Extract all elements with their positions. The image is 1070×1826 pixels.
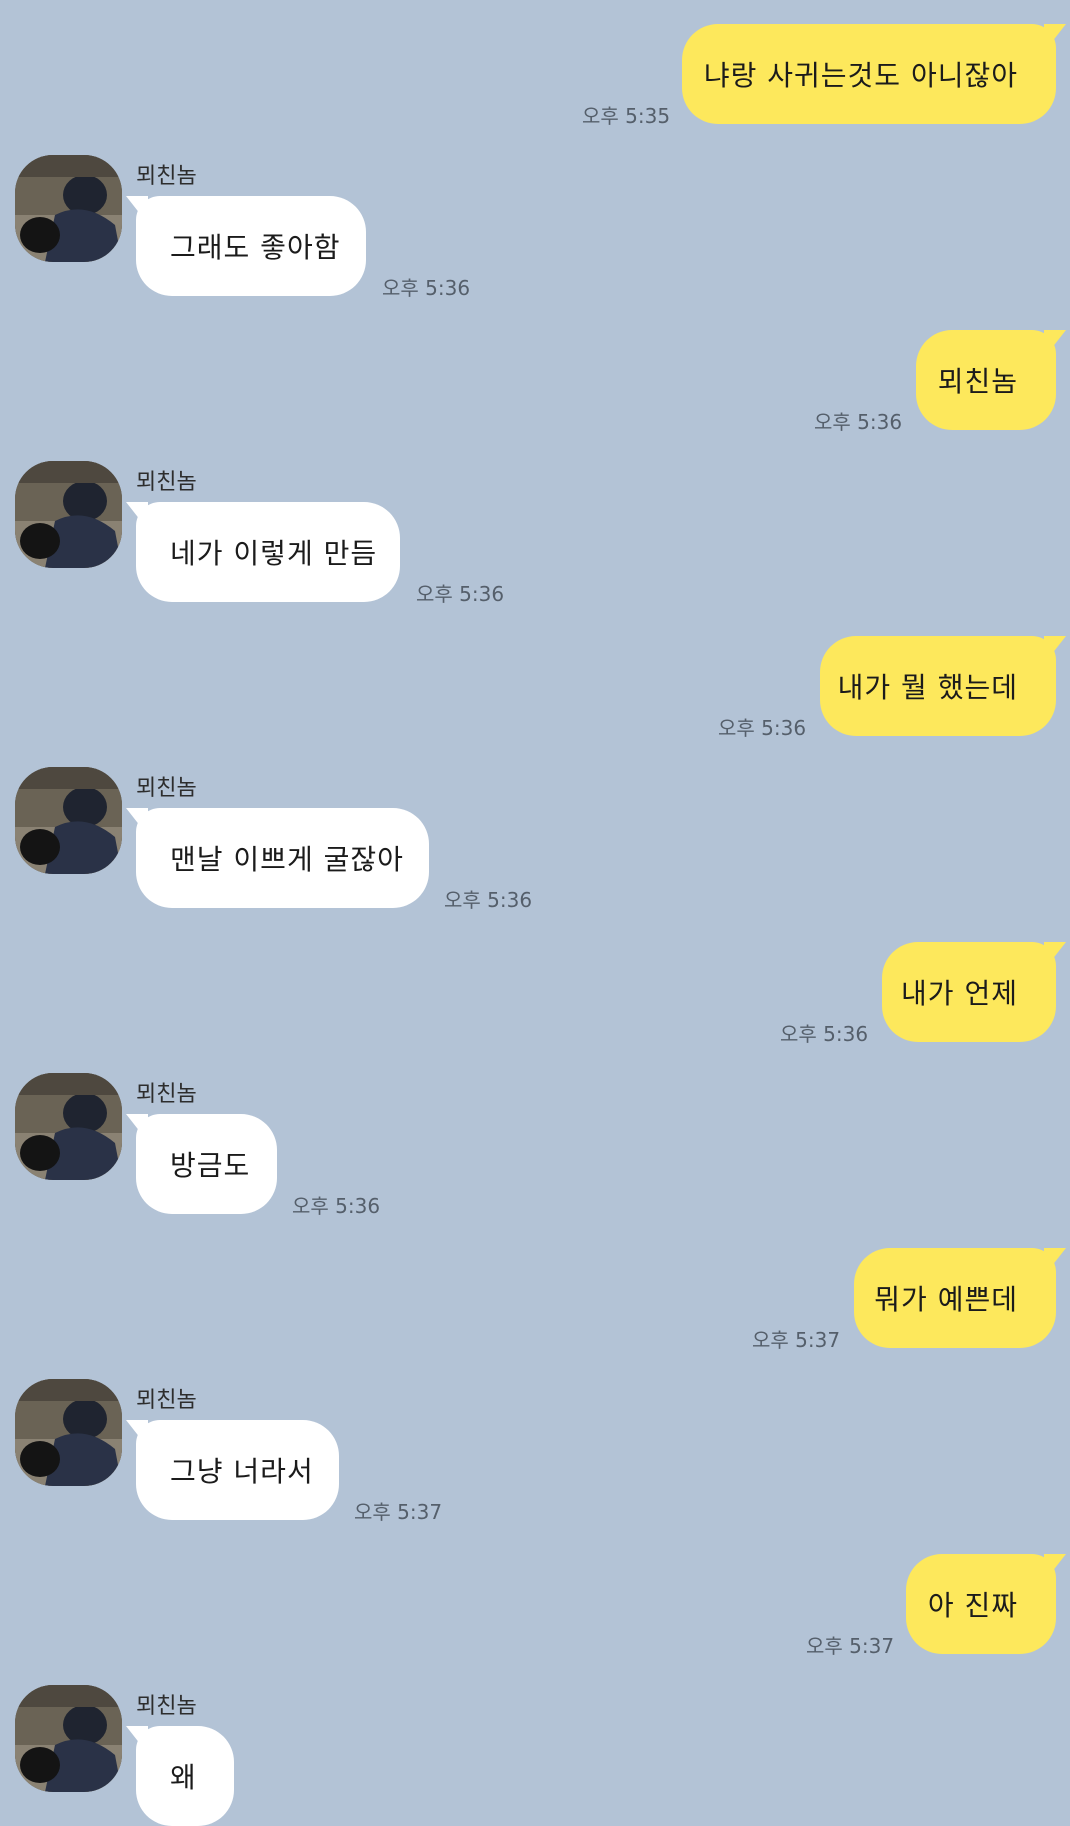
- message-time: 오후 5:37: [806, 1634, 895, 1658]
- contact-avatar[interactable]: [15, 1379, 122, 1486]
- message-time: 오후 5:37: [752, 1328, 841, 1352]
- contact-avatar[interactable]: [15, 461, 122, 568]
- message-time: 오후 5:37: [354, 1500, 443, 1524]
- their-message-bubble[interactable]: 네가 이렇게 만듬: [126, 502, 400, 602]
- contact-avatar[interactable]: [15, 155, 122, 262]
- message-time: 오후 5:36: [444, 888, 533, 912]
- their-message-bubble[interactable]: 그냥 너라서: [126, 1420, 339, 1520]
- my-message-bubble[interactable]: 냐랑 사귀는것도 아니잖아: [682, 24, 1066, 124]
- their-message-bubble[interactable]: 그래도 좋아함: [126, 196, 366, 296]
- my-message-bubble[interactable]: 아 진짜: [906, 1554, 1066, 1654]
- their-message-bubble[interactable]: 맨날 이쁘게 굴잖아: [126, 808, 429, 908]
- message-time: 오후 5:36: [382, 276, 471, 300]
- message-time: 오후 5:36: [814, 410, 903, 434]
- message-time: 오후 5:36: [780, 1022, 869, 1046]
- contact-name: 뫼친놈: [136, 164, 197, 189]
- message-time: 오후 5:36: [292, 1194, 381, 1218]
- my-message-bubble[interactable]: 내가 뭘 했는데: [820, 636, 1066, 736]
- message-time: 오후 5:35: [582, 104, 671, 128]
- contact-name: 뫼친놈: [136, 1694, 197, 1719]
- their-message-bubble[interactable]: 왜: [126, 1726, 234, 1826]
- chat-room[interactable]: 냐랑 사귀는것도 아니잖아 오후 5:35 뫼친놈 그래도 좋아함 오후 5:3…: [0, 0, 1070, 1826]
- contact-avatar[interactable]: [15, 1073, 122, 1180]
- my-message-bubble[interactable]: 뫼친놈: [916, 330, 1066, 430]
- contact-avatar[interactable]: [15, 1685, 122, 1792]
- contact-name: 뫼친놈: [136, 1082, 197, 1107]
- message-time: 오후 5:36: [718, 716, 807, 740]
- their-message-bubble[interactable]: 방금도: [126, 1114, 277, 1214]
- contact-name: 뫼친놈: [136, 470, 197, 495]
- contact-avatar[interactable]: [15, 767, 122, 874]
- my-message-bubble[interactable]: 내가 언제: [882, 942, 1066, 1042]
- contact-name: 뫼친놈: [136, 776, 197, 801]
- message-time: 오후 5:36: [416, 582, 505, 606]
- contact-name: 뫼친놈: [136, 1388, 197, 1413]
- my-message-bubble[interactable]: 뭐가 예쁜데: [854, 1248, 1066, 1348]
